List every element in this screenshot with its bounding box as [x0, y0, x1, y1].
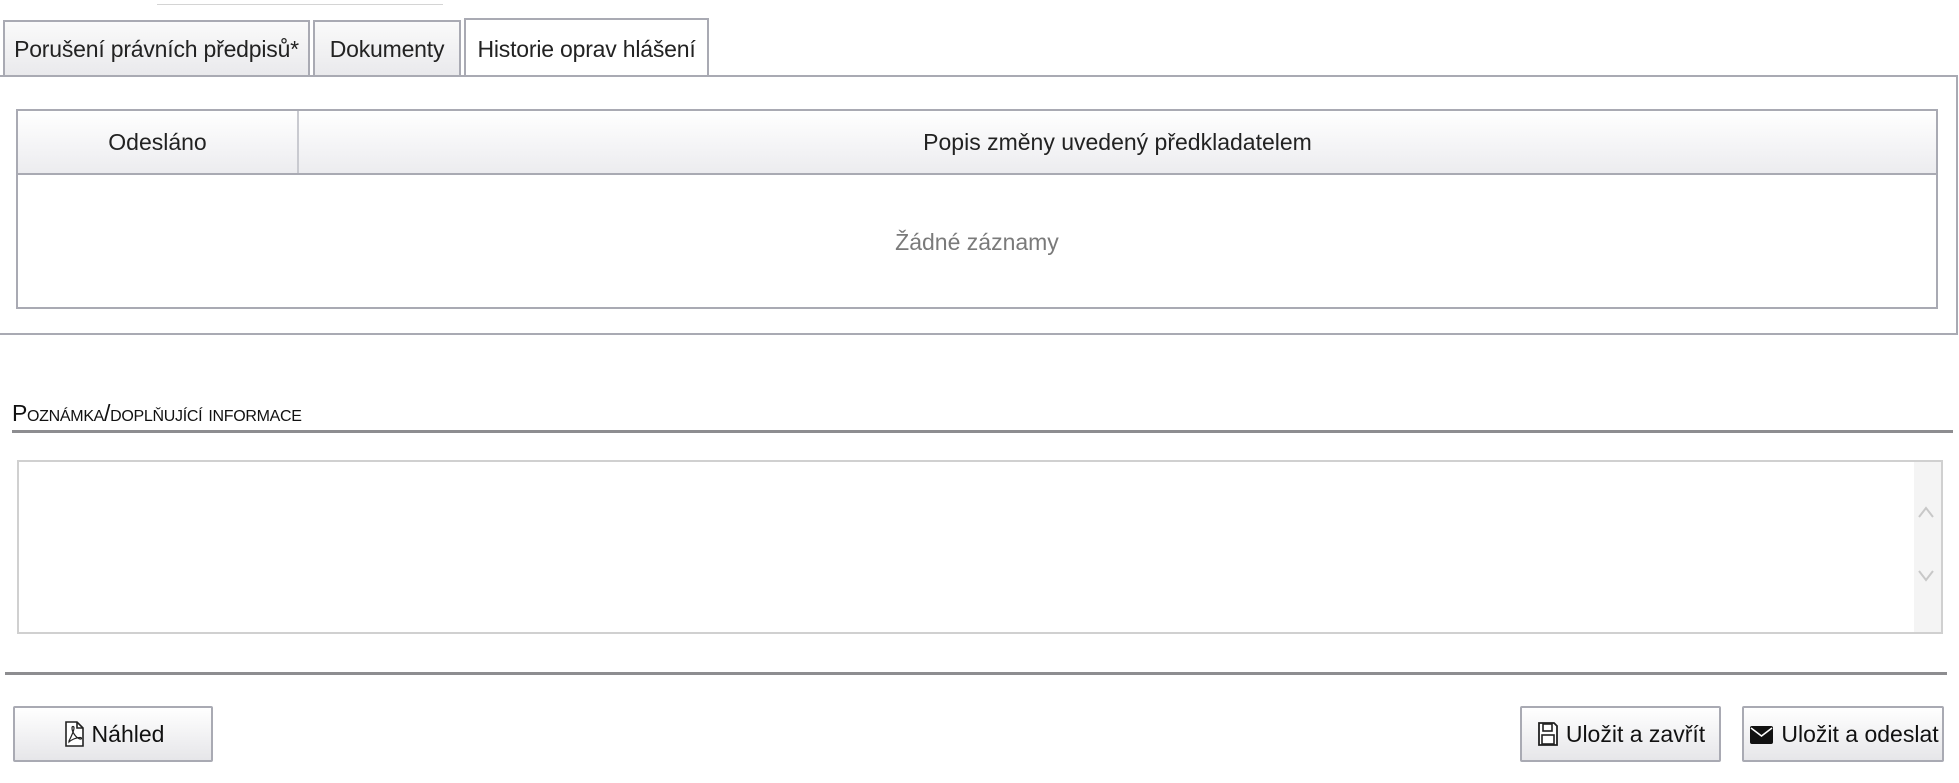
top-divider-line	[157, 0, 443, 5]
footer-divider	[5, 672, 1947, 675]
note-textarea[interactable]	[17, 460, 1943, 634]
column-header-sent[interactable]: Odesláno	[18, 111, 299, 173]
save-and-close-label: Uložit a zavřít	[1565, 720, 1706, 747]
empty-records-message: Žádné záznamy	[895, 228, 1059, 255]
save-and-send-button[interactable]: Uložit a odeslat	[1742, 706, 1944, 762]
save-and-send-label: Uložit a odeslat	[1781, 720, 1939, 747]
preview-button-label: Náhled	[91, 720, 165, 747]
table-header: Odesláno Popis změny uvedený předkladate…	[18, 111, 1936, 175]
envelope-icon	[1750, 726, 1774, 744]
column-header-change-description[interactable]: Popis změny uvedený předkladatelem	[299, 111, 1936, 173]
tab-legal-violations[interactable]: Porušení právních předpisů*	[3, 20, 310, 76]
tab-bar: Porušení právních předpisů* Dokumenty Hi…	[3, 16, 712, 78]
preview-button[interactable]: Náhled	[13, 706, 213, 762]
tab-correction-history[interactable]: Historie oprav hlášení	[464, 18, 709, 78]
textarea-scrollbar[interactable]	[1914, 462, 1941, 632]
tab-documents[interactable]: Dokumenty	[313, 20, 461, 76]
scroll-up-icon[interactable]	[1917, 504, 1935, 522]
note-text	[19, 462, 1941, 478]
save-and-close-button[interactable]: Uložit a zavřít	[1520, 706, 1721, 762]
floppy-disk-icon	[1537, 722, 1558, 746]
note-section-title: Poznámka/doplňující informace	[12, 400, 1953, 433]
pdf-file-icon	[64, 721, 84, 747]
tab-panel: Odesláno Popis změny uvedený předkladate…	[0, 75, 1958, 335]
scroll-down-icon[interactable]	[1917, 566, 1935, 584]
history-table: Odesláno Popis změny uvedený předkladate…	[16, 109, 1938, 309]
